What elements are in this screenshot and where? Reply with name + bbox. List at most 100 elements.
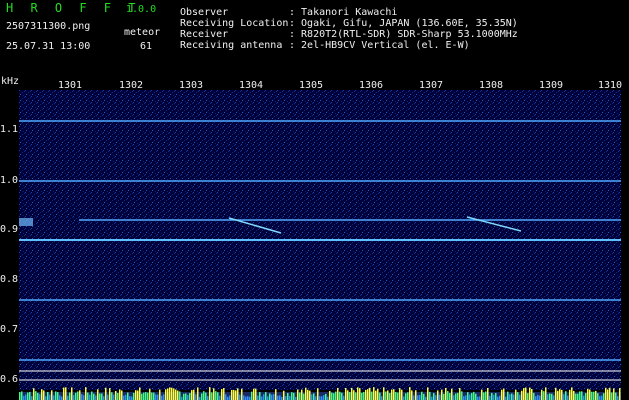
level-bar: [473, 391, 475, 400]
level-bar: [373, 387, 375, 400]
level-bar: [97, 389, 99, 400]
level-bar: [501, 389, 503, 400]
level-bar: [55, 391, 57, 400]
level-bar: [99, 393, 101, 400]
level-bar: [167, 388, 169, 400]
level-bar: [583, 395, 585, 400]
level-bar: [45, 396, 47, 400]
level-bar: [53, 395, 55, 400]
app-version: 1.0.0: [126, 4, 157, 15]
level-bar: [185, 393, 187, 400]
level-bar: [453, 395, 455, 400]
level-bar: [353, 390, 355, 400]
level-bar: [429, 391, 431, 400]
level-bar: [229, 395, 231, 400]
level-bar: [75, 392, 77, 400]
level-bar: [49, 394, 51, 400]
level-bar: [91, 391, 93, 400]
level-bar: [217, 392, 219, 400]
level-bar: [275, 389, 277, 400]
level-bar: [169, 387, 171, 400]
info-key-location: Receiving Location: [180, 18, 289, 29]
level-bar: [257, 395, 259, 400]
level-bar: [599, 396, 601, 400]
level-bar: [577, 393, 579, 400]
level-bar: [443, 393, 445, 400]
level-bar: [517, 392, 519, 400]
level-bar: [259, 392, 261, 400]
level-bar: [441, 389, 443, 400]
level-bar: [579, 391, 581, 400]
level-bar: [101, 393, 103, 400]
level-bar: [291, 392, 293, 400]
level-bar: [359, 388, 361, 400]
level-bar: [127, 392, 129, 400]
level-bar: [513, 394, 515, 400]
level-bar: [417, 395, 419, 400]
level-bar: [449, 393, 451, 400]
signal-level-bars: [19, 387, 621, 400]
level-bar: [369, 387, 371, 400]
level-bar: [323, 395, 325, 400]
level-bar: [495, 393, 497, 400]
level-bar: [563, 394, 565, 400]
level-bar: [559, 389, 561, 400]
level-bar: [537, 394, 539, 400]
y-tick-label: 0.6: [0, 374, 19, 385]
level-bar: [313, 393, 315, 400]
level-bar: [365, 389, 367, 400]
level-bar: [539, 395, 541, 400]
level-bar: [269, 393, 271, 400]
level-bar: [491, 392, 493, 400]
level-bar: [351, 387, 353, 400]
level-bar: [545, 387, 547, 400]
level-bar: [393, 389, 395, 400]
level-bar: [603, 393, 605, 400]
level-bar: [215, 391, 217, 400]
level-bar: [523, 388, 525, 400]
level-bar: [375, 390, 377, 400]
meteor-count: 61: [140, 41, 153, 52]
level-bar: [551, 393, 553, 400]
level-bar: [573, 390, 575, 400]
header-panel: H R O F F T 1.0.0 2507311300.png 25.07.3…: [0, 0, 629, 76]
info-value-receiver: : R820T2(RTL-SDR) SDR-Sharp 53.1000MHz: [289, 29, 518, 40]
level-bar: [95, 395, 97, 400]
level-bar: [57, 392, 59, 400]
level-bar: [337, 387, 339, 400]
level-bar: [379, 392, 381, 400]
level-bar: [31, 396, 33, 400]
level-bar: [61, 396, 63, 400]
level-bar: [485, 391, 487, 400]
level-bar: [421, 391, 423, 400]
level-bar: [531, 388, 533, 400]
level-bar: [405, 393, 407, 400]
level-bar: [143, 392, 145, 400]
level-bar: [29, 391, 31, 400]
level-bar: [553, 395, 555, 400]
level-bar: [77, 391, 79, 400]
level-bar: [357, 387, 359, 400]
level-bar: [193, 389, 195, 400]
level-bar: [79, 390, 81, 400]
level-bar: [255, 388, 257, 400]
level-bar: [293, 392, 295, 400]
level-bar: [103, 396, 105, 400]
level-bar: [383, 387, 385, 400]
level-bar: [333, 393, 335, 400]
level-bar: [283, 390, 285, 400]
level-bar: [25, 394, 27, 400]
level-bar: [455, 393, 457, 400]
level-bar: [117, 392, 119, 400]
level-bar: [69, 392, 71, 400]
level-bar: [219, 395, 221, 400]
level-bar: [565, 391, 567, 400]
level-bar: [397, 392, 399, 400]
level-bar: [265, 392, 267, 400]
info-key-antenna: Receiving antenna: [180, 40, 283, 51]
level-bar: [155, 394, 157, 400]
level-bar: [63, 387, 65, 400]
level-bar: [23, 395, 25, 400]
level-bar: [137, 390, 139, 400]
level-bar: [587, 388, 589, 400]
